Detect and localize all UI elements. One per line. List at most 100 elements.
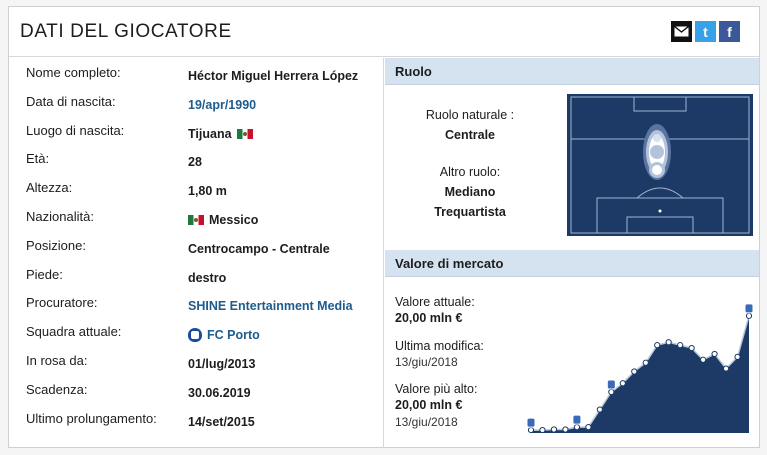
- info-column: Ruolo Ruolo naturale : Centrale Altro ru…: [385, 58, 759, 448]
- club-marker-icon[interactable]: [606, 379, 616, 390]
- detail-row: Scadenza: 30.06.2019: [9, 379, 384, 408]
- market-value-chart: [523, 296, 759, 441]
- current-value: 20,00 mln €: [395, 311, 463, 325]
- twitter-glyph: t: [703, 23, 708, 40]
- data-point[interactable]: [596, 406, 603, 413]
- natural-role-label: Ruolo naturale :: [425, 108, 515, 122]
- detail-value-text: 30.06.2019: [188, 385, 251, 400]
- detail-label: Luogo di nascita:: [26, 122, 125, 138]
- last-change-date: 13/giu/2018: [395, 355, 458, 369]
- detail-value[interactable]: FC Porto: [188, 328, 260, 343]
- data-point[interactable]: [539, 426, 546, 434]
- detail-label: Piede:: [26, 266, 63, 282]
- mexico-flag-icon: [188, 215, 204, 225]
- highest-value-label: Valore più alto:: [395, 382, 478, 396]
- detail-label: Scadenza:: [26, 381, 88, 397]
- detail-value-text[interactable]: SHINE Entertainment Media: [188, 299, 353, 313]
- detail-row: In rosa da: 01/lug/2013: [9, 350, 384, 379]
- data-point[interactable]: [711, 350, 718, 358]
- data-point[interactable]: [573, 424, 580, 431]
- natural-role-value: Centrale: [444, 128, 496, 142]
- detail-label: Procuratore:: [26, 295, 98, 311]
- details-list: Nome completo: Héctor Miguel Herrera Lópe…: [9, 58, 384, 448]
- detail-value-text[interactable]: 19/apr/1990: [188, 98, 256, 112]
- detail-value: destro: [188, 271, 226, 285]
- club-marker-icon[interactable]: [572, 414, 582, 425]
- panel-header: DATI DEL GIOCATORE t f: [9, 7, 759, 57]
- club-marker-icon[interactable]: [526, 417, 536, 428]
- data-point[interactable]: [722, 365, 730, 372]
- detail-row: Ultimo prolungamento: 14/set/2015: [9, 408, 384, 437]
- detail-value: Centrocampo - Centrale: [188, 242, 330, 256]
- data-point[interactable]: [745, 312, 753, 319]
- detail-value-text: Héctor Miguel Herrera López: [188, 69, 359, 83]
- detail-label: Altezza:: [26, 180, 73, 196]
- detail-value[interactable]: 19/apr/1990: [188, 98, 256, 112]
- data-point[interactable]: [562, 426, 569, 433]
- page-title: DATI DEL GIOCATORE: [20, 21, 232, 42]
- detail-value-text: Messico: [209, 213, 259, 227]
- player-data-panel: DATI DEL GIOCATORE t f Nome completo: Héc…: [8, 6, 760, 448]
- data-point[interactable]: [688, 344, 695, 352]
- detail-value: 28: [188, 155, 202, 169]
- detail-row: Nome completo: Héctor Miguel Herrera Lópe…: [9, 62, 384, 91]
- current-value-label: Valore attuale:: [395, 295, 475, 309]
- detail-value-text: 1,80 m: [188, 184, 227, 199]
- data-point[interactable]: [677, 342, 684, 349]
- valore-header: Valore di mercato: [385, 250, 759, 277]
- value-area: [531, 315, 749, 433]
- club-crest-icon: [188, 328, 202, 343]
- data-point[interactable]: [608, 388, 615, 396]
- detail-value-text: Centrocampo - Centrale: [188, 241, 330, 256]
- club-marker-icon[interactable]: [744, 303, 754, 314]
- detail-row: Nazionalità: Messico: [9, 206, 384, 235]
- data-point[interactable]: [631, 368, 638, 375]
- detail-value: 01/lug/2013: [188, 357, 255, 371]
- detail-label: Data di nascita:: [26, 93, 116, 109]
- detail-row: Altezza: 1,80 m: [9, 177, 384, 206]
- detail-value: 1,80 m: [188, 184, 227, 198]
- detail-label: Posizione:: [26, 237, 86, 253]
- data-point[interactable]: [654, 342, 661, 349]
- detail-label: Nazionalità:: [26, 209, 94, 224]
- data-point[interactable]: [619, 380, 626, 387]
- facebook-icon[interactable]: f: [719, 21, 740, 42]
- highest-value: 20,00 mln €: [395, 398, 463, 412]
- detail-value: 14/set/2015: [188, 415, 255, 429]
- mexico-flag-icon: [236, 128, 253, 139]
- email-icon[interactable]: [671, 21, 692, 42]
- other-role-label: Altro ruolo:: [439, 165, 501, 179]
- detail-value-text: 14/set/2015: [188, 414, 255, 429]
- detail-row: Età: 28: [9, 148, 384, 177]
- detail-row: Luogo di nascita: Tijuana: [9, 120, 384, 149]
- data-point[interactable]: [550, 426, 558, 433]
- detail-value-text: 28: [188, 155, 202, 170]
- valore-heading: Valore di mercato: [395, 256, 504, 271]
- other-role-value: Trequartista: [434, 205, 506, 219]
- detail-row: Piede: destro: [9, 264, 384, 293]
- detail-label: Squadra attuale:: [26, 324, 122, 340]
- detail-label: Nome completo:: [26, 65, 121, 80]
- data-point[interactable]: [527, 426, 535, 434]
- detail-value[interactable]: SHINE Entertainment Media: [188, 299, 353, 313]
- highest-value-date: 13/giu/2018: [395, 415, 458, 429]
- detail-value: Tijuana: [188, 127, 258, 141]
- detail-value-text[interactable]: FC Porto: [207, 328, 260, 342]
- pitch-diagram: [567, 94, 753, 236]
- detail-label: Età:: [26, 151, 50, 167]
- ruolo-header: Ruolo: [385, 58, 759, 85]
- data-point[interactable]: [642, 359, 649, 366]
- data-point[interactable]: [734, 353, 741, 360]
- data-point[interactable]: [700, 356, 707, 363]
- twitter-icon[interactable]: t: [695, 21, 716, 42]
- data-point[interactable]: [585, 424, 592, 431]
- detail-value-text: 01/lug/2013: [188, 357, 256, 371]
- last-change-label: Ultima modifica:: [395, 339, 484, 353]
- detail-row: Posizione: Centrocampo - Centrale: [9, 235, 384, 264]
- data-point[interactable]: [665, 339, 672, 346]
- detail-value: Messico: [188, 213, 258, 227]
- detail-row: Procuratore: SHINE Entertainment Media: [9, 292, 384, 321]
- detail-value: Héctor Miguel Herrera López: [188, 69, 358, 83]
- ruolo-heading: Ruolo: [395, 64, 432, 79]
- detail-row: Data di nascita: 19/apr/1990: [9, 91, 384, 120]
